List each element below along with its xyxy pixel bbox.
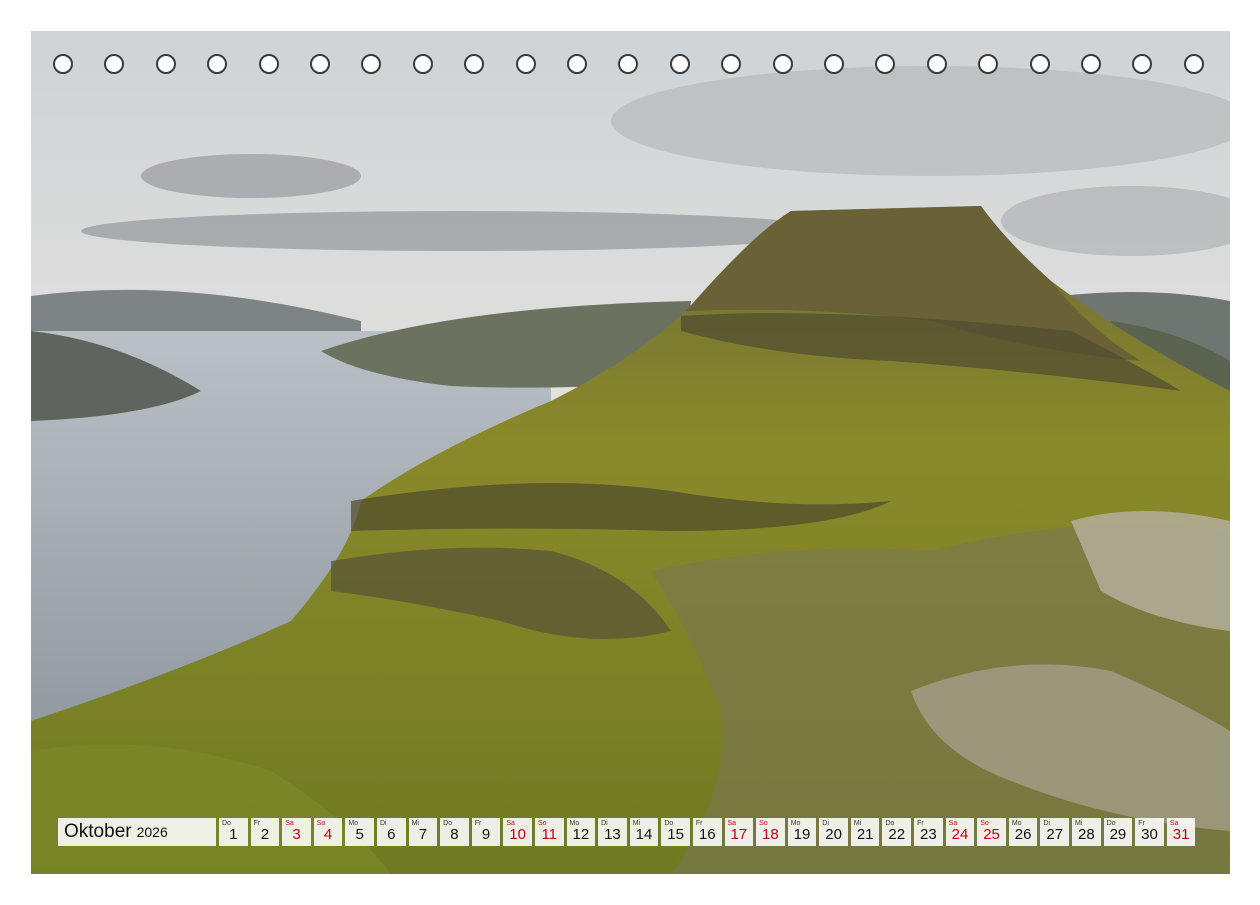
day-number: 1: [229, 826, 238, 843]
day-number: 23: [920, 826, 937, 843]
binding-ring: [618, 54, 639, 74]
day-number: 29: [1109, 826, 1127, 843]
day-number: 7: [418, 826, 428, 843]
day-cell: Mo 26: [1008, 818, 1038, 846]
day-cell: Mi 7: [408, 818, 438, 846]
day-number: 5: [355, 826, 364, 843]
binding-ring: [824, 54, 844, 74]
day-cell: Di 27: [1040, 818, 1070, 846]
day-number: 10: [509, 826, 526, 843]
binding-rings: [31, 54, 1230, 80]
day-cell: Sa 17: [724, 818, 754, 846]
day-cell: Mi 28: [1072, 818, 1101, 846]
day-number: 28: [1077, 826, 1095, 843]
binding-ring: [104, 54, 125, 74]
binding-ring: [53, 54, 73, 74]
day-number: 26: [1014, 826, 1032, 843]
month-name: Oktober: [64, 821, 132, 842]
binding-ring: [361, 54, 382, 74]
day-number: 14: [635, 826, 653, 843]
day-cell: Mi 21: [850, 818, 880, 846]
day-number: 27: [1046, 826, 1064, 843]
day-number: 2: [260, 826, 270, 843]
day-cell: Sa 3: [282, 818, 311, 846]
day-number: 17: [730, 826, 748, 843]
day-cell: Mo 5: [345, 818, 374, 846]
day-number: 11: [541, 826, 558, 843]
binding-ring: [772, 54, 793, 74]
day-cell: Sa 10: [503, 818, 532, 846]
day-number: 6: [387, 826, 396, 843]
month-label: Oktober 2026: [58, 818, 216, 846]
binding-ring: [875, 54, 896, 74]
day-number: 4: [323, 826, 333, 843]
day-cell: Do 1: [219, 818, 248, 846]
day-number: 31: [1172, 826, 1190, 843]
day-number: 19: [793, 826, 811, 843]
day-cell: Di 13: [598, 818, 627, 846]
day-number: 25: [983, 826, 1000, 843]
binding-ring: [258, 54, 279, 74]
day-number: 18: [762, 826, 779, 843]
calendar-strip: Oktober 2026 Do 1 Fr 2 Sa 3 So 4 Mo 5 Di 6 Mi 7 Do 8 Fr 9…: [58, 818, 1196, 846]
day-cell: Sa 24: [945, 818, 975, 846]
day-number: 15: [667, 826, 684, 843]
binding-ring: [310, 54, 330, 74]
binding-ring: [1132, 54, 1153, 74]
binding-ring: [978, 54, 999, 74]
day-number: 12: [572, 826, 590, 843]
binding-ring: [412, 54, 433, 74]
day-cell: Mi 14: [629, 818, 659, 846]
day-number: 22: [888, 826, 906, 843]
day-cell: Sa 31: [1166, 818, 1196, 846]
day-cell: Fr 23: [914, 818, 943, 846]
day-cell: Mo 12: [566, 818, 596, 846]
day-cell: Fr 2: [250, 818, 280, 846]
day-number: 30: [1141, 826, 1158, 843]
day-cell: Mo 19: [787, 818, 817, 846]
binding-ring: [515, 54, 536, 74]
day-cell: So 11: [534, 818, 564, 846]
month-year: 2026: [136, 824, 168, 840]
day-number: 16: [698, 826, 716, 843]
binding-ring: [1029, 54, 1050, 74]
binding-ring: [464, 54, 485, 74]
mountain-fjord-image: [31, 31, 1230, 874]
day-number: 24: [951, 826, 969, 843]
day-number: 8: [450, 826, 459, 843]
day-cell: Do 8: [440, 818, 469, 846]
landscape-photo: [31, 31, 1230, 874]
day-cell: Fr 9: [471, 818, 501, 846]
day-cell: Do 22: [882, 818, 912, 846]
binding-ring: [669, 54, 690, 74]
day-number: 3: [292, 826, 301, 843]
day-cell: So 18: [756, 818, 785, 846]
day-number: 9: [481, 826, 491, 843]
binding-ring: [1183, 54, 1204, 74]
day-cell: So 25: [977, 818, 1006, 846]
day-number: 20: [825, 826, 842, 843]
day-cell: Di 6: [376, 818, 406, 846]
binding-ring: [567, 54, 587, 74]
day-cell: Do 29: [1103, 818, 1133, 846]
day-cell: Di 20: [819, 818, 848, 846]
day-cell: Fr 16: [692, 818, 722, 846]
binding-ring: [1081, 54, 1101, 74]
day-cell: So 4: [313, 818, 343, 846]
day-number: 21: [856, 826, 874, 843]
day-number: 13: [604, 826, 621, 843]
binding-ring: [721, 54, 742, 74]
binding-ring: [926, 54, 947, 74]
binding-ring: [155, 54, 176, 74]
day-cell: Do 15: [661, 818, 690, 846]
binding-ring: [207, 54, 228, 74]
day-cell: Fr 30: [1135, 818, 1164, 846]
